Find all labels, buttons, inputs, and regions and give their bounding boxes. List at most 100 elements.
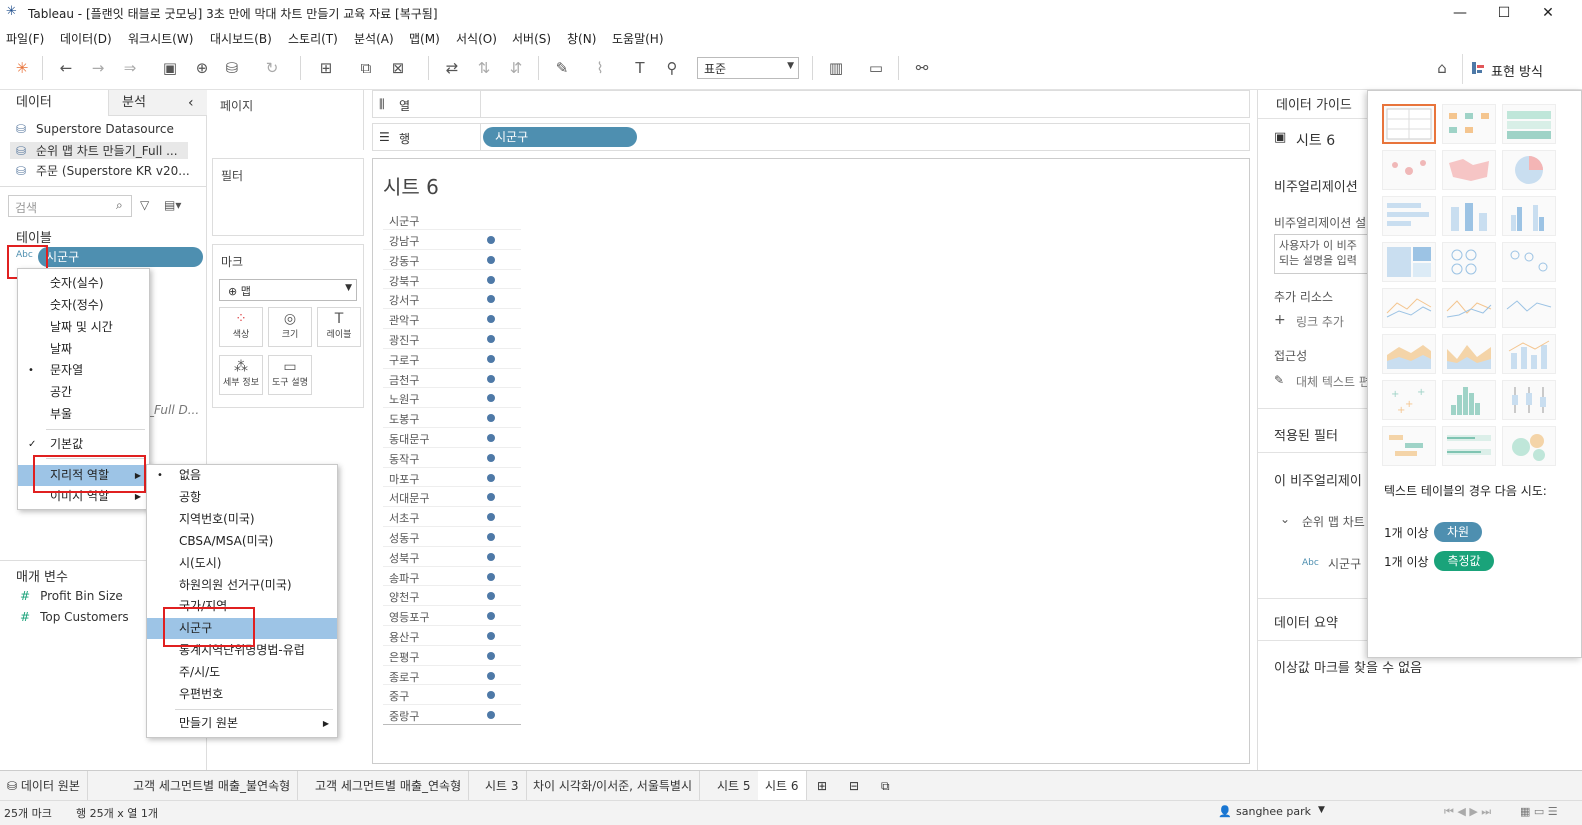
tab-sheet[interactable]: 시트 5 <box>710 771 759 801</box>
mark-dot[interactable] <box>487 295 495 304</box>
chart-type-line-continuous[interactable] <box>1382 288 1436 328</box>
new-worksheet-icon[interactable]: ⊞ <box>316 58 336 78</box>
tab-data-source[interactable]: ⛁ 데이터 원본 <box>0 771 88 801</box>
chart-type-filled-map[interactable] <box>1442 150 1496 190</box>
mark-dot[interactable] <box>487 275 495 284</box>
mark-size-button[interactable]: ◎ 크기 <box>268 307 312 347</box>
mark-dot[interactable] <box>487 394 495 403</box>
param-item[interactable]: # Profit Bin Size <box>20 589 123 603</box>
chart-type-symbol-map[interactable] <box>1382 150 1436 190</box>
menu-item-float[interactable]: 숫자(실수) <box>18 273 149 294</box>
show-mark-labels-icon[interactable]: T <box>630 58 650 78</box>
field-pill-sigungu[interactable]: 시군구 <box>38 247 203 267</box>
table-row[interactable]: 중구 <box>383 684 521 704</box>
new-datasource-icon[interactable]: ⊕ <box>192 58 212 78</box>
tab-sheet[interactable]: 고객 세그먼트별 매출_연속형 <box>308 771 470 801</box>
pages-shelf[interactable]: 페이지 <box>212 90 364 150</box>
mark-color-button[interactable]: ⁘ 색상 <box>219 307 263 347</box>
table-row[interactable]: 동대문구 <box>383 426 521 447</box>
chart-type-scatter[interactable]: + + + + <box>1382 380 1436 420</box>
group-members-icon[interactable]: ⌇ <box>590 58 610 78</box>
table-row[interactable]: 서초구 <box>383 506 521 526</box>
chart-type-text-table[interactable] <box>1382 104 1436 144</box>
chart-type-histogram[interactable] <box>1442 380 1496 420</box>
chart-type-side-by-side-bar[interactable] <box>1502 196 1556 236</box>
tab-sheet-active[interactable]: 시트 6 <box>758 771 807 801</box>
status-user[interactable]: sanghee park <box>1236 805 1311 818</box>
geo-role-city[interactable]: 시(도시) <box>147 553 337 574</box>
mark-dot[interactable] <box>487 651 495 660</box>
param-item[interactable]: # Top Customers <box>20 610 129 624</box>
chart-type-pie[interactable] <box>1502 150 1556 190</box>
mark-dot[interactable] <box>487 552 495 561</box>
duplicate-sheet-icon[interactable]: ⧉ <box>356 58 376 78</box>
chart-type-highlight-table[interactable] <box>1502 104 1556 144</box>
table-row[interactable]: 양천구 <box>383 585 521 605</box>
menu-story[interactable]: 스토리(T) <box>288 30 338 47</box>
mark-dot[interactable] <box>487 631 495 640</box>
geo-role-none[interactable]: • 없음 <box>147 465 337 486</box>
datasource-item[interactable]: ⛁ Superstore Datasource <box>16 122 174 136</box>
table-row[interactable]: 서대문구 <box>383 486 521 506</box>
table-row[interactable]: 관악구 <box>383 308 521 328</box>
undo-icon[interactable]: ← <box>56 58 76 78</box>
columns-shelf[interactable]: ⫼ 열 <box>372 90 1250 118</box>
new-story-icon[interactable]: ⧉ <box>874 771 897 801</box>
table-row[interactable]: 성북구 <box>383 545 521 566</box>
chart-type-box-whisker[interactable] <box>1502 380 1556 420</box>
menu-item-spatial[interactable]: 공간 <box>18 382 149 403</box>
table-row[interactable]: 노원구 <box>383 387 521 407</box>
table-row[interactable]: 금천구 <box>383 367 521 388</box>
menu-help[interactable]: 도움말(H) <box>612 30 664 47</box>
chart-type-area-continuous[interactable] <box>1382 334 1436 374</box>
collapse-pane-icon[interactable]: ‹ <box>188 90 194 116</box>
chevron-down-icon[interactable]: ▼ <box>1318 805 1325 815</box>
clear-sheet-icon[interactable]: ⊠ <box>388 58 408 78</box>
mark-dot[interactable] <box>487 354 495 363</box>
chart-type-heatmap[interactable] <box>1442 104 1496 144</box>
mark-type-select[interactable]: ⊕ 맵 ▼ <box>219 279 357 301</box>
menu-server[interactable]: 서버(S) <box>512 30 551 47</box>
chart-type-packed-bubbles[interactable] <box>1502 426 1556 466</box>
tab-sheet[interactable]: 차이 시각화/이서준, 서울특별시 <box>526 771 701 801</box>
table-row[interactable]: 도봉구 <box>383 407 521 427</box>
view-options-icon[interactable]: ▤▾ <box>164 198 181 212</box>
replay-icon[interactable]: ⇒ <box>120 58 140 78</box>
close-button[interactable]: ✕ <box>1528 2 1568 24</box>
chart-type-treemap[interactable] <box>1382 242 1436 282</box>
table-row[interactable]: 영등포구 <box>383 605 521 625</box>
mark-dot[interactable] <box>487 236 495 244</box>
geo-role-cbsa[interactable]: CBSA/MSA(미국) <box>147 531 337 552</box>
chart-type-horizontal-bar[interactable] <box>1382 196 1436 236</box>
mark-dot[interactable] <box>487 612 495 621</box>
menu-map[interactable]: 맵(M) <box>409 30 440 47</box>
table-row[interactable]: 성동구 <box>383 525 521 546</box>
menu-format[interactable]: 서식(O) <box>456 30 497 47</box>
mark-dot[interactable] <box>487 532 495 541</box>
refresh-icon[interactable]: ↻ <box>262 58 282 78</box>
chart-type-stacked-bar[interactable] <box>1442 196 1496 236</box>
table-row[interactable]: 강남구 <box>383 229 521 249</box>
highlight-icon[interactable]: ✎ <box>552 58 572 78</box>
sheet-navigation-icon[interactable]: ⏮ ◀ ▶ ⏭ <box>1444 805 1491 819</box>
menu-item-datetime[interactable]: 날짜 및 시간 <box>18 317 149 338</box>
sheet-title[interactable]: 시트 6 <box>383 171 439 200</box>
tableau-home-icon[interactable]: ✳ <box>12 58 32 78</box>
sort-ascending-icon[interactable]: ⇅ <box>474 58 494 78</box>
filter-icon[interactable]: ▽ <box>140 198 149 212</box>
mark-dot[interactable] <box>487 453 495 462</box>
search-input[interactable]: 검색 <box>8 195 132 217</box>
chart-type-side-by-side-circle[interactable] <box>1502 242 1556 282</box>
menu-item-boolean[interactable]: 부울 <box>18 404 149 425</box>
menu-data[interactable]: 데이터(D) <box>60 30 112 47</box>
mark-dot[interactable] <box>487 334 495 343</box>
chart-type-dual-combination[interactable] <box>1502 334 1556 374</box>
tab-sheet[interactable]: 고객 세그먼트별 매출_불연속형 <box>126 771 299 801</box>
rows-pill-sigungu[interactable]: 시군구 <box>483 127 637 147</box>
mark-dot[interactable] <box>487 473 495 482</box>
menu-item-date[interactable]: 날짜 <box>18 339 149 360</box>
share-icon[interactable]: ⚯ <box>912 58 932 78</box>
table-row[interactable]: 중랑구 <box>383 704 521 724</box>
format-painter-icon[interactable]: ⌂ <box>1432 58 1452 78</box>
menu-item-string[interactable]: • 문자열 <box>18 360 149 381</box>
